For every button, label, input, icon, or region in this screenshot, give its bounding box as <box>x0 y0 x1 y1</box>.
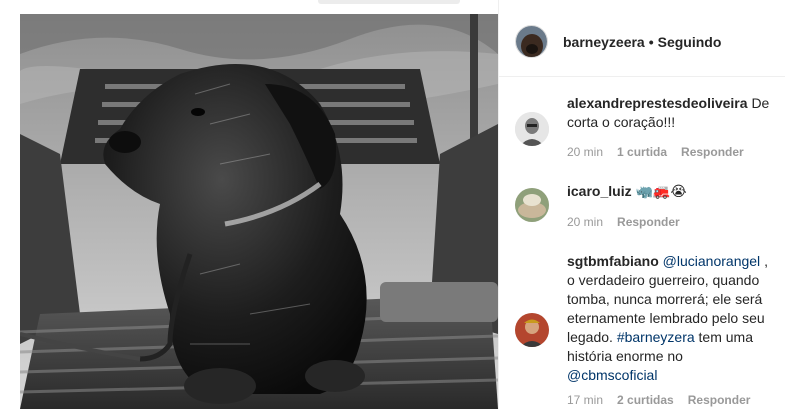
top-bar-tab <box>318 0 460 4</box>
comment-username[interactable]: sgtbmfabiano <box>567 253 659 269</box>
comment-avatar[interactable] <box>515 313 549 347</box>
mention-link[interactable]: @lucianorangel <box>663 253 761 269</box>
author-avatar[interactable] <box>515 25 548 58</box>
comment-username[interactable]: alexandreprestesdeoliveira <box>567 95 748 111</box>
post-sidebar: barneyzeera • Seguindo alexandreprestesdeo… <box>498 0 785 409</box>
comment-time[interactable]: 20 min <box>567 215 603 229</box>
commenter-avatar-image <box>515 112 549 146</box>
reply-button[interactable]: Responder <box>681 145 744 159</box>
comment-time[interactable]: 17 min <box>567 393 603 407</box>
comment-text: icaro_luiz 🦏🚒😭 <box>567 182 773 201</box>
comment-likes[interactable]: 1 curtida <box>617 145 667 159</box>
comment-text: sgtbmfabiano @lucianorangel , o verdadei… <box>567 252 773 385</box>
author-username[interactable]: barneyzeera <box>563 34 645 50</box>
comment-meta: 20 min 1 curtida Responder <box>567 145 758 159</box>
comment-avatar[interactable] <box>515 188 549 222</box>
header-separator: • <box>648 34 654 50</box>
reply-button[interactable]: Responder <box>617 215 680 229</box>
comment-likes[interactable]: 2 curtidas <box>617 393 674 407</box>
author-line: barneyzeera • Seguindo <box>563 34 721 50</box>
post-photo[interactable] <box>20 14 498 409</box>
comment-avatar[interactable] <box>515 112 549 146</box>
commenter-avatar-image <box>515 188 549 222</box>
hashtag-link[interactable]: #barneyzera <box>617 329 695 345</box>
comment-time[interactable]: 20 min <box>567 145 603 159</box>
comment-text: alexandreprestesdeoliveira De corta o co… <box>567 94 773 132</box>
post-header: barneyzeera • Seguindo <box>499 14 785 77</box>
comment-meta: 17 min 2 curtidas Responder <box>567 393 764 407</box>
reply-button[interactable]: Responder <box>688 393 751 407</box>
comment-message: 🦏🚒😭 <box>635 183 687 199</box>
comment-username[interactable]: icaro_luiz <box>567 183 632 199</box>
mention-link[interactable]: @cbmscoficial <box>567 367 657 383</box>
dog-in-truck-photo <box>20 14 498 409</box>
following-button[interactable]: Seguindo <box>658 34 722 50</box>
comment-meta: 20 min Responder <box>567 215 694 229</box>
author-avatar-image <box>516 26 547 57</box>
commenter-avatar-image <box>515 313 549 347</box>
